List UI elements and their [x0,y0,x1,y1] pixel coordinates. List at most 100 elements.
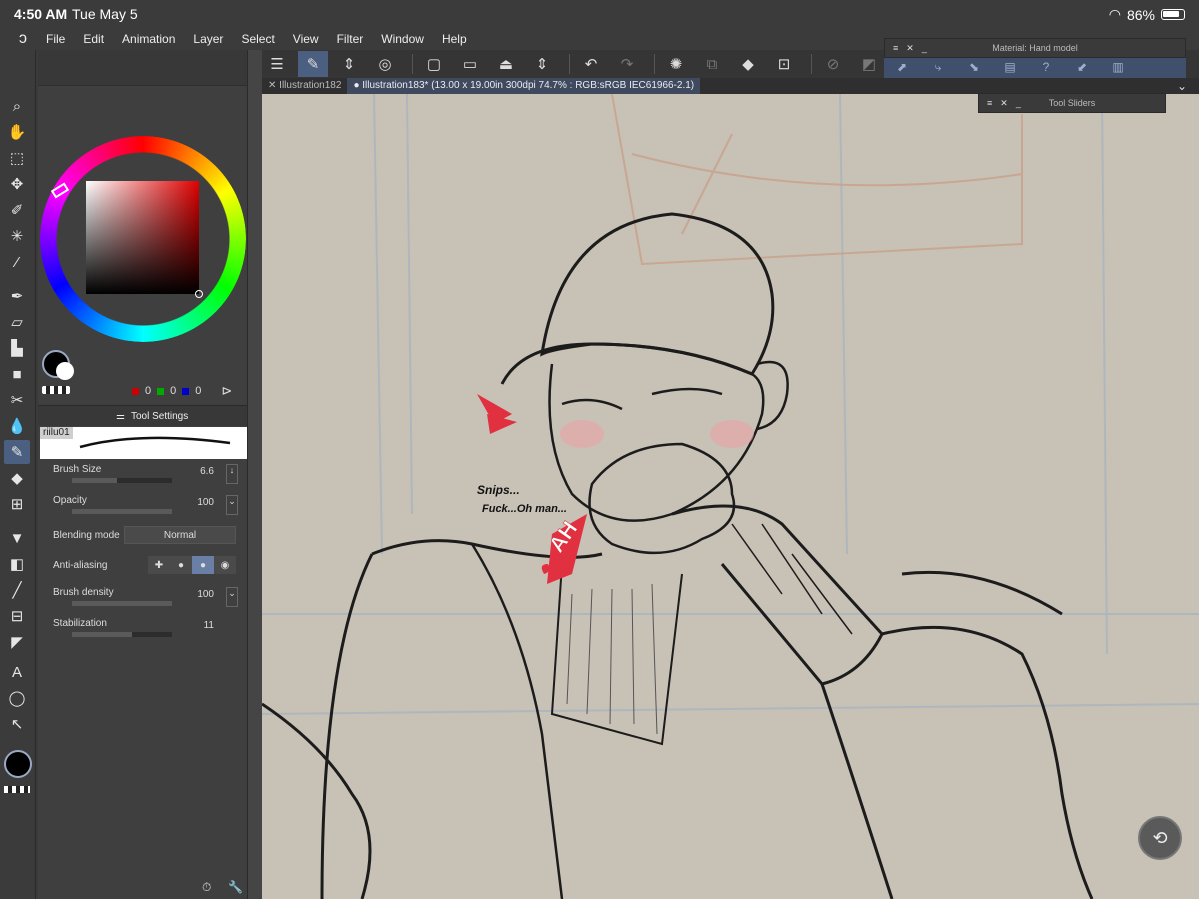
pen-icon[interactable]: ✒ [4,284,30,308]
tool-sliders-panel[interactable]: ≡ ✕ _ Tool Sliders [978,93,1166,113]
brush-size-value[interactable]: 6.6 [200,466,214,477]
material-tool-4-icon[interactable]: ▤ [992,60,1028,74]
blend-icon[interactable]: 💧 [4,414,30,438]
magic-wand-icon[interactable]: ✳ [4,224,30,248]
brush-name: riilu01 [40,427,73,439]
record-icon[interactable]: ◎ [370,51,400,77]
move-icon[interactable]: ✥ [4,172,30,196]
stabilization-value[interactable]: 11 [204,620,214,631]
transparent-swatch[interactable] [4,786,30,793]
drawing-canvas[interactable]: AH Snips... Fuck...Oh man... [262,94,1199,899]
grid-icon[interactable]: ⊞ [4,492,30,516]
anti-aliasing-row[interactable]: Anti-aliasing ✚ ● ● ◉ [48,556,238,578]
open-folder-icon[interactable]: ▭ [455,51,485,77]
color-wheel-panel: 0 0 0 ⊳ [38,50,247,405]
invert-selection-icon[interactable]: ◩ [854,51,884,77]
app-logo-icon[interactable]: ↄ [0,30,46,48]
aa-none-icon[interactable]: ✚ [148,556,170,574]
gradient-icon[interactable]: ◧ [4,552,30,576]
menu-edit[interactable]: Edit [83,32,104,46]
menu-layer[interactable]: Layer [193,32,223,46]
eyedropper-icon[interactable]: ⁄ [4,250,30,274]
material-palette-title: Material: Hand model [992,43,1078,53]
blending-mode-select[interactable]: Normal [124,526,236,544]
brush-size-row[interactable]: Brush Size 6.6 ↓ [48,464,238,490]
tab-illustration182[interactable]: ✕ Illustration182 [262,78,347,94]
opacity-value[interactable]: 100 [197,497,214,508]
zoom-icon[interactable]: ⌕ [4,94,30,118]
main-color-swatch[interactable] [4,750,32,778]
saturation-value-square[interactable] [86,181,199,294]
menu-filter[interactable]: Filter [337,32,364,46]
rotate-canvas-icon[interactable]: ⟲ [1138,816,1182,860]
stopwatch-icon[interactable]: ⏱ [202,880,211,895]
anti-aliasing-selector[interactable]: ✚ ● ● ◉ [148,556,236,574]
transform-icon[interactable]: ⊡ [769,51,799,77]
material-help-icon[interactable]: ? [1028,60,1064,74]
opacity-slider[interactable] [72,509,172,514]
brush-density-row[interactable]: Brush density 100 ⌄ [48,587,238,613]
material-palette-header[interactable]: ≡ ✕ _ Material: Hand model [884,38,1186,58]
loading-icon[interactable]: ✺ [661,51,691,77]
decoration-icon[interactable]: ✂ [4,388,30,412]
balloon-icon[interactable]: ◯ [4,686,30,710]
fill-icon[interactable]: ◆ [733,51,763,77]
aa-medium-icon[interactable]: ● [192,556,214,574]
opacity-extra-icon[interactable]: ⌄ [226,495,238,515]
bucket-icon[interactable]: ▼ [4,526,30,550]
copy-icon[interactable]: ⧉ [697,51,727,77]
brush-density-extra-icon[interactable]: ⌄ [226,587,238,607]
stabilization-slider[interactable] [72,632,172,637]
brush-density-slider[interactable] [72,601,172,606]
menu-view[interactable]: View [293,32,319,46]
deselect-icon[interactable]: ⊘ [818,51,848,77]
redo-icon[interactable]: ↷ [612,51,642,77]
menu-select[interactable]: Select [241,32,274,46]
save-icon[interactable]: ⏏ [491,51,521,77]
stamp-icon[interactable]: ▙ [4,336,30,360]
material-tool-2-icon[interactable]: ⤷ [920,60,956,75]
correct-line-icon[interactable]: ↖ [4,712,30,736]
layer-tool-icon[interactable]: ✎ [298,51,328,77]
frame-icon[interactable]: ⊟ [4,604,30,628]
hand-icon[interactable]: ✋ [4,120,30,144]
wrench-icon[interactable]: 🔧 [228,880,243,894]
chevron-updown-icon-2[interactable]: ⇕ [527,51,557,77]
hamburger-icon[interactable]: ☰ [262,51,292,77]
blending-mode-row[interactable]: Blending mode Normal [48,526,238,548]
text-icon[interactable]: A [4,660,30,684]
material-tool-1-icon[interactable]: ⬈ [884,60,920,74]
chevron-updown-icon[interactable]: ⇕ [334,51,364,77]
material-tool-3-icon[interactable]: ⬊ [956,60,992,74]
menu-file[interactable]: File [46,32,65,46]
color-fill-icon[interactable]: ■ [4,362,30,386]
new-canvas-icon[interactable]: ▢ [419,51,449,77]
sub-color[interactable] [56,362,74,380]
opacity-row[interactable]: Opacity 100 ⌄ [48,495,238,521]
aa-weak-icon[interactable]: ● [170,556,192,574]
material-tool-7-icon[interactable]: ▥ [1100,60,1136,74]
chevron-down-icon[interactable]: ⌄ [1177,79,1187,93]
stabilization-row[interactable]: Stabilization 11 [48,618,238,644]
aa-strong-icon[interactable]: ◉ [214,556,236,574]
menu-animation[interactable]: Animation [122,32,175,46]
brush-icon[interactable]: ✎ [4,440,30,464]
line-icon[interactable]: ╱ [4,578,30,602]
color-picker-handle[interactable] [195,290,203,298]
material-tool-6-icon[interactable]: ⬋ [1064,60,1100,74]
tab-illustration183[interactable]: ● Illustration183* (13.00 x 19.00in 300d… [347,78,701,94]
undo-icon[interactable]: ↶ [576,51,606,77]
eraser-icon[interactable]: ▱ [4,310,30,334]
brush-size-extra-icon[interactable]: ↓ [226,464,238,484]
brush-size-slider[interactable] [72,478,172,483]
ruler-icon[interactable]: ◤ [4,630,30,654]
color-mode-icon[interactable]: ⊳ [221,383,232,399]
brush-density-value[interactable]: 100 [197,589,214,600]
eraser-2-icon[interactable]: ◆ [4,466,30,490]
object-select-icon[interactable]: ⬚ [4,146,30,170]
transparent-color[interactable] [42,386,70,394]
menu-window[interactable]: Window [381,32,424,46]
selection-pen-icon[interactable]: ✐ [4,198,30,222]
panel-divider[interactable] [247,50,262,899]
menu-help[interactable]: Help [442,32,467,46]
